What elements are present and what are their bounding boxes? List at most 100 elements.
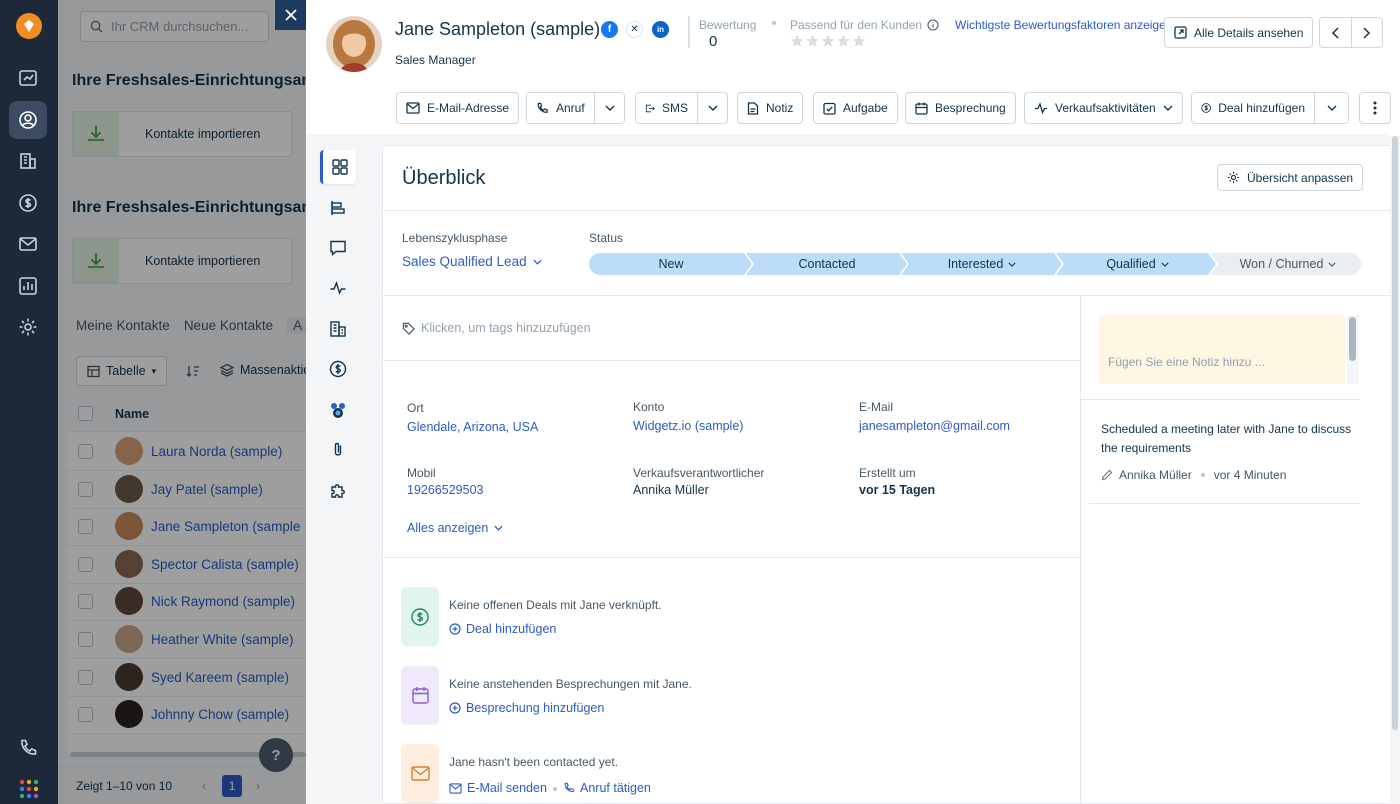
tab-timeline[interactable]: [320, 191, 356, 225]
lifecycle-stage-dropdown[interactable]: Sales Qualified Lead: [402, 254, 542, 269]
field-label-location: Ort: [407, 401, 424, 415]
deals-icon[interactable]: [9, 184, 47, 222]
x-twitter-icon[interactable]: ✕: [626, 21, 643, 38]
status-stage-interested[interactable]: Interested: [903, 253, 1061, 275]
meeting-button[interactable]: Besprechung: [905, 92, 1016, 124]
more-actions-button[interactable]: [1359, 92, 1391, 124]
activity-pulse-icon: [1035, 102, 1047, 114]
chevron-left-icon: [1332, 26, 1339, 39]
close-panel-button[interactable]: [275, 0, 307, 30]
previous-record-button[interactable]: [1320, 18, 1352, 47]
divider: [383, 295, 1393, 296]
field-label-created: Erstellt um: [859, 466, 916, 480]
sms-icon: [645, 104, 655, 112]
field-value-account[interactable]: Widgetz.io (sample): [633, 419, 743, 433]
mail-icon[interactable]: [9, 225, 47, 263]
field-value-email[interactable]: janesampleton@gmail.com: [859, 419, 1010, 433]
call-button[interactable]: Anruf: [526, 92, 595, 124]
separator-dot: [553, 787, 557, 791]
app-sidebar: [0, 0, 58, 804]
view-all-details-button[interactable]: Alle Details ansehen: [1164, 17, 1314, 48]
note-button[interactable]: Notiz: [737, 92, 804, 124]
stage-label: Qualified: [1106, 257, 1156, 271]
status-stage-new[interactable]: New: [589, 253, 753, 275]
show-all-fields-link[interactable]: Alles anzeigen: [407, 521, 503, 535]
note-meta: Annika Müller vor 4 Minuten: [1101, 468, 1286, 482]
pencil-icon: [1101, 469, 1113, 481]
phone-icon: [537, 102, 548, 113]
sms-button[interactable]: SMS: [635, 92, 698, 124]
activity-pulse-icon: [330, 280, 346, 295]
email-button[interactable]: E-Mail-Adresse: [396, 92, 520, 124]
note-scrollbar[interactable]: [1347, 315, 1359, 384]
note-button-label: Notiz: [766, 101, 794, 115]
customize-overview-button[interactable]: Übersicht anpassen: [1217, 164, 1364, 191]
chevron-down-icon: [1327, 105, 1336, 111]
next-record-button[interactable]: [1352, 18, 1383, 47]
note-author: Annika Müller: [1119, 468, 1192, 482]
field-value-location[interactable]: Glendale, Arizona, USA: [407, 420, 538, 434]
reports-icon[interactable]: [9, 267, 47, 305]
freddy-ai-icon: [331, 403, 345, 418]
add-meeting-link[interactable]: Besprechung hinzufügen: [449, 701, 604, 715]
accounts-icon[interactable]: [9, 142, 47, 180]
overview-card: Überblick Übersicht anpassen Lebenszyklu…: [382, 145, 1394, 804]
chevron-down-icon: [605, 105, 614, 111]
sales-activities-dropdown[interactable]: Verkaufsaktivitäten: [1024, 92, 1183, 124]
field-value-mobile[interactable]: 19266529503: [407, 483, 483, 497]
apps-grid-icon[interactable]: [19, 779, 39, 799]
chevron-right-icon: [1363, 26, 1370, 39]
sms-options-dropdown[interactable]: [698, 92, 728, 124]
tab-deals[interactable]: [320, 352, 356, 386]
add-deal-link[interactable]: Deal hinzufügen: [449, 622, 556, 636]
status-stage-won-churned[interactable]: Won / Churned: [1213, 253, 1363, 275]
status-label: Status: [589, 231, 624, 245]
add-deal-button[interactable]: Deal hinzufügen: [1191, 92, 1315, 124]
note-time: vor 4 Minuten: [1213, 468, 1287, 482]
tab-conversations[interactable]: [320, 231, 356, 265]
call-options-dropdown[interactable]: [595, 92, 625, 124]
panel-scrollbar[interactable]: [1390, 136, 1400, 804]
freshsales-logo-icon[interactable]: [16, 13, 42, 39]
add-note-input[interactable]: Fügen Sie eine Notiz hinzu ...: [1099, 315, 1345, 384]
scoring-factors-link[interactable]: Wichtigste Bewertungsfaktoren anzeigen: [955, 18, 1167, 32]
send-email-link[interactable]: E-Mail senden: [449, 781, 547, 795]
add-note-placeholder: Fügen Sie eine Notiz hinzu ...: [1108, 355, 1265, 369]
contact-job-title: Sales Manager: [395, 53, 476, 67]
status-stage-qualified[interactable]: Qualified: [1059, 253, 1216, 275]
dashboard-icon[interactable]: [9, 59, 47, 97]
contact-summary-icon-box: [401, 744, 439, 803]
phone-icon[interactable]: [9, 729, 47, 767]
email-button-label: E-Mail-Adresse: [427, 101, 510, 115]
settings-gear-icon[interactable]: [9, 308, 47, 346]
task-checkbox-icon: [823, 102, 836, 115]
add-tags-field[interactable]: Klicken, um tags hinzuzufügen: [402, 321, 591, 335]
more-vertical-icon: [1373, 101, 1377, 115]
make-call-link[interactable]: Anruf tätigen: [563, 781, 651, 795]
tab-accounts[interactable]: [320, 312, 356, 346]
contact-name: Jane Sampleton (sample): [395, 19, 601, 39]
modal-overlay[interactable]: [58, 0, 306, 804]
sms-button-label: SMS: [661, 101, 688, 115]
expand-icon: [1174, 26, 1187, 39]
tab-marketing[interactable]: [320, 393, 356, 427]
lifecycle-stage-value: Sales Qualified Lead: [402, 254, 527, 269]
tab-overview[interactable]: [320, 150, 356, 184]
header-divider: [688, 16, 690, 48]
add-deal-options-dropdown[interactable]: [1315, 92, 1349, 124]
mail-icon: [449, 782, 462, 794]
status-stage-contacted[interactable]: Contacted: [748, 253, 906, 275]
deals-summary-icon-box: [401, 587, 439, 646]
linkedin-icon[interactable]: in: [652, 21, 669, 38]
deal-dollar-icon: [411, 607, 429, 626]
tab-attachments[interactable]: [320, 433, 356, 467]
rating-label: Bewertung: [699, 18, 757, 32]
meetings-summary-icon-box: [401, 666, 439, 725]
tab-activities[interactable]: [320, 271, 356, 305]
contacts-icon[interactable]: [9, 101, 47, 139]
task-button[interactable]: Aufgabe: [813, 92, 898, 124]
chat-icon: [330, 240, 346, 257]
facebook-icon[interactable]: f: [601, 21, 618, 38]
tab-integrations[interactable]: [320, 473, 356, 507]
info-icon[interactable]: [927, 19, 939, 31]
